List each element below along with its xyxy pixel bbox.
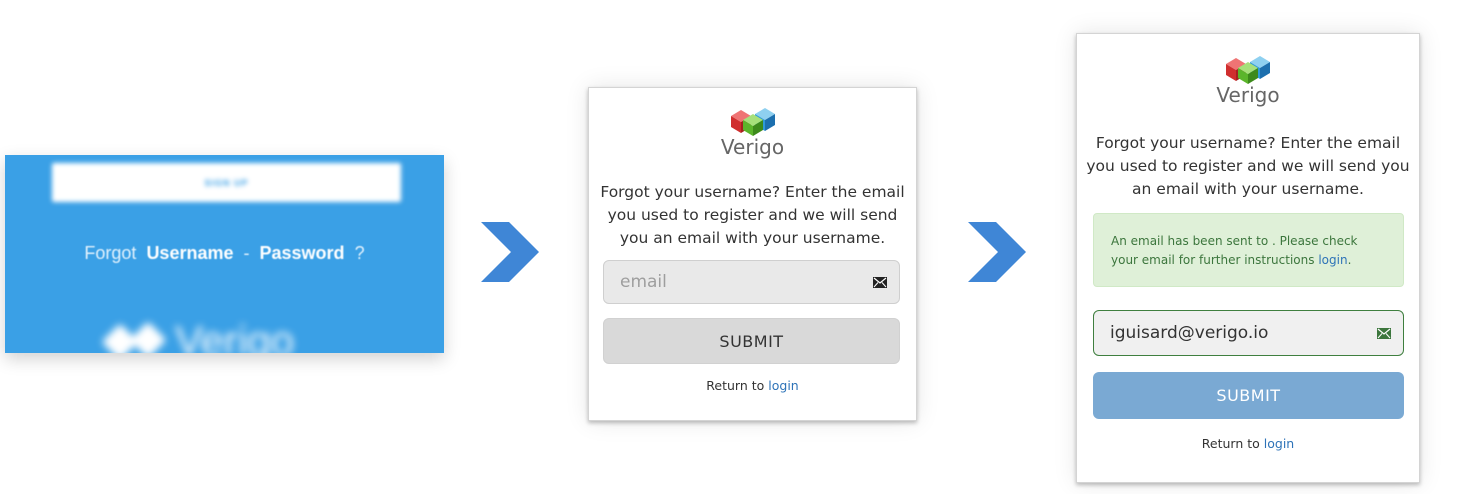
return-label: Return to (1201, 436, 1260, 451)
mobile-login-snippet: SIGN UP Forgot Username - Password ? Ver… (5, 155, 444, 353)
return-to-login: Return to login (589, 378, 916, 393)
login-link[interactable]: login (768, 378, 798, 393)
instructions-text: Forgot your username? Enter the email yo… (1086, 134, 1410, 198)
return-label: Return to (706, 378, 765, 393)
forgot-username-card: Verigo Forgot your username? Enter the e… (588, 87, 917, 421)
envelope-icon (873, 276, 887, 288)
email-field[interactable]: email (603, 260, 900, 304)
email-placeholder: email (620, 272, 667, 292)
forgot-credentials-line: Forgot Username - Password ? (5, 243, 444, 264)
brand-logo: Verigo (1077, 54, 1419, 106)
forgot-username-confirmation-card: Verigo Forgot your username? Enter the e… (1076, 33, 1420, 483)
email-field[interactable]: iguisard@verigo.io (1093, 310, 1404, 356)
envelope-icon (1377, 327, 1391, 339)
brand-wordmark: Verigo (175, 317, 295, 353)
verigo-cubes-logo (101, 321, 167, 353)
chevron-right-icon (968, 222, 1026, 282)
brand-wordmark: Verigo (1216, 83, 1280, 107)
brand-wordmark: Verigo (720, 135, 785, 159)
success-alert: An email has been sent to . Please check… (1093, 213, 1404, 287)
email-value: iguisard@verigo.io (1110, 323, 1269, 343)
return-to-login: Return to login (1077, 436, 1419, 451)
submit-button[interactable]: SUBMIT (603, 318, 900, 364)
alert-period: . (1347, 253, 1352, 267)
login-link[interactable]: login (1264, 436, 1294, 451)
forgot-question: ? (354, 243, 365, 263)
submit-button[interactable]: SUBMIT (1093, 372, 1404, 419)
sign-up-button[interactable]: SIGN UP (52, 163, 401, 202)
forgot-username-link[interactable]: Username (146, 243, 233, 263)
forgot-label: Forgot (84, 243, 137, 263)
forgot-password-link[interactable]: Password (260, 243, 345, 263)
brand-logo: Verigo (589, 106, 916, 158)
alert-login-link[interactable]: login (1318, 253, 1347, 267)
instructions-text: Forgot your username? Enter the email yo… (600, 183, 905, 247)
forgot-separator: - (243, 243, 250, 263)
chevron-right-icon (481, 222, 539, 282)
brand-logo: Verigo (101, 311, 295, 353)
verigo-cubes-logo (730, 108, 775, 136)
verigo-cubes-logo (1226, 56, 1270, 84)
